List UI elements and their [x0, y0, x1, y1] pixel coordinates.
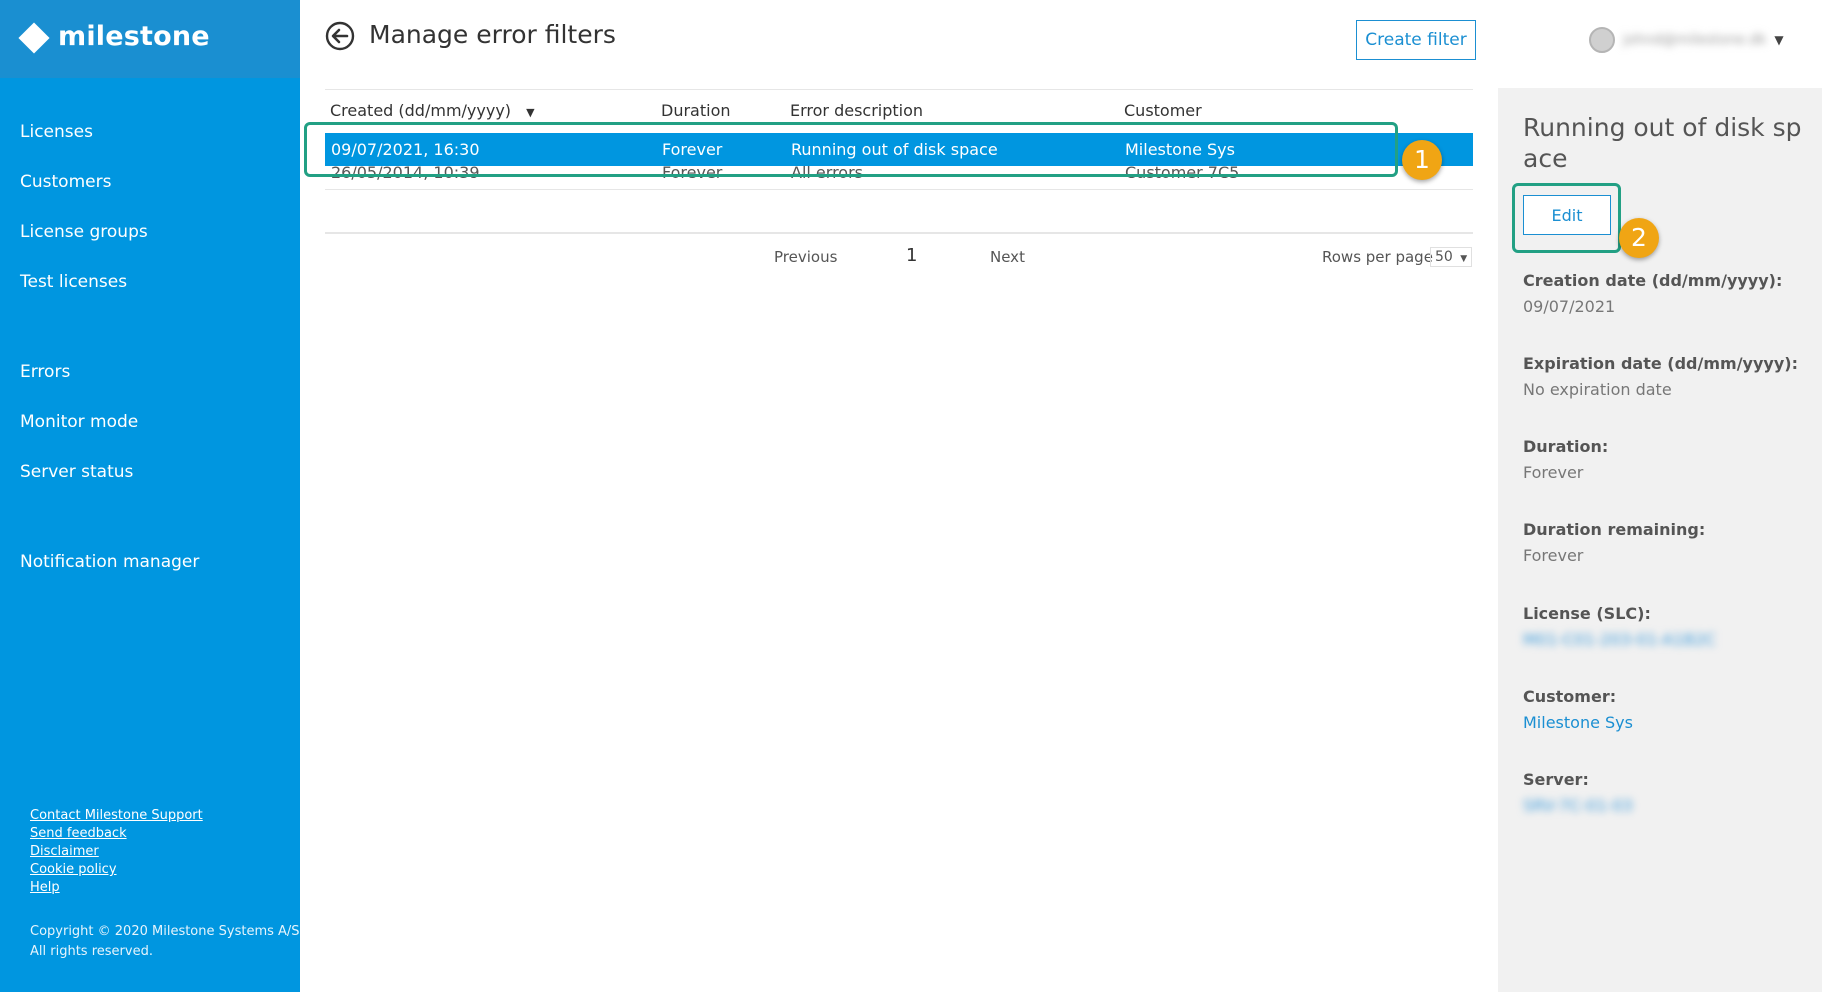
caret-down-icon: ▼ [1774, 33, 1784, 47]
detail-panel: Running out of disk space Edit Creation … [1498, 88, 1822, 992]
nav-item-notification-manager[interactable]: Notification manager [20, 552, 199, 572]
avatar [1589, 27, 1615, 53]
sort-desc-icon: ▼ [526, 106, 535, 119]
previous-page-button[interactable]: Previous [774, 248, 837, 266]
copyright-line: Copyright © 2020 Milestone Systems A/S [30, 924, 300, 939]
annotation-badge-1: 1 [1402, 140, 1442, 180]
rows-per-page-select[interactable]: 50 ▼ [1430, 247, 1473, 267]
annotation-badge-2: 2 [1619, 218, 1659, 258]
nav-item-licenses[interactable]: Licenses [20, 122, 93, 142]
rows-per-page-value: 50 [1435, 249, 1453, 265]
nav-item-errors[interactable]: Errors [20, 362, 70, 382]
brand-name: milestone [58, 21, 210, 52]
copyright: Copyright © 2020 Milestone Systems A/S A… [30, 922, 300, 962]
nav-item-test-licenses[interactable]: Test licenses [20, 272, 127, 292]
disclaimer-link[interactable]: Disclaimer [30, 843, 203, 861]
license-value-link[interactable]: M01-C01-203-01-A1B2C [1523, 630, 1716, 649]
annotation-highlight-row [304, 122, 1398, 177]
creation-date-label: Creation date (dd/mm/yyyy): [1523, 271, 1783, 290]
logo-bar: milestone [0, 0, 300, 78]
create-filter-button[interactable]: Create filter [1356, 20, 1476, 60]
nav-item-license-groups[interactable]: License groups [20, 222, 148, 242]
chevron-down-icon: ▼ [1460, 254, 1468, 264]
footer-links: Contact Milestone Support Send feedback … [30, 807, 203, 897]
help-link[interactable]: Help [30, 879, 203, 897]
duration-remaining-label: Duration remaining: [1523, 520, 1706, 539]
nav-item-customers[interactable]: Customers [20, 172, 111, 192]
page-title: Manage error filters [369, 20, 616, 49]
customer-label: Customer: [1523, 687, 1617, 706]
send-feedback-link[interactable]: Send feedback [30, 825, 203, 843]
customer-value-link[interactable]: Milestone Sys [1523, 713, 1633, 732]
nav-item-monitor-mode[interactable]: Monitor mode [20, 412, 138, 432]
creation-date-value: 09/07/2021 [1523, 297, 1616, 316]
user-menu[interactable]: johnd@milestone.dk ▼ [1589, 27, 1784, 53]
server-value-link[interactable]: SRV-7C-01-03 [1523, 796, 1633, 815]
column-header-created[interactable]: Created (dd/mm/yyyy) ▼ [330, 101, 535, 120]
duration-remaining-value: Forever [1523, 546, 1584, 565]
table-divider [325, 89, 1473, 90]
next-page-button[interactable]: Next [990, 248, 1025, 266]
sidebar: milestone Licenses Customers License gro… [0, 0, 300, 992]
server-label: Server: [1523, 770, 1589, 789]
current-page-number[interactable]: 1 [906, 245, 917, 266]
column-header-duration[interactable]: Duration [661, 101, 731, 120]
expiration-date-value: No expiration date [1523, 380, 1672, 399]
license-label: License (SLC): [1523, 604, 1651, 623]
cookie-policy-link[interactable]: Cookie policy [30, 861, 203, 879]
back-arrow-icon[interactable] [325, 21, 355, 51]
rights-line: All rights reserved. [30, 944, 153, 959]
column-header-customer[interactable]: Customer [1124, 101, 1202, 120]
column-header-description[interactable]: Error description [790, 101, 923, 120]
expiration-date-label: Expiration date (dd/mm/yyyy): [1523, 354, 1798, 373]
user-name: johnd@milestone.dk [1623, 32, 1767, 48]
contact-support-link[interactable]: Contact Milestone Support [30, 807, 203, 825]
duration-label: Duration: [1523, 437, 1609, 456]
milestone-logo-icon [18, 22, 50, 54]
detail-title: Running out of disk space [1523, 113, 1802, 173]
duration-value: Forever [1523, 463, 1584, 482]
rows-per-page-label: Rows per page [1322, 248, 1433, 266]
edit-button[interactable]: Edit [1523, 195, 1611, 235]
column-header-created-label: Created (dd/mm/yyyy) [330, 101, 512, 120]
table-divider [325, 232, 1473, 234]
nav-item-server-status[interactable]: Server status [20, 462, 133, 482]
